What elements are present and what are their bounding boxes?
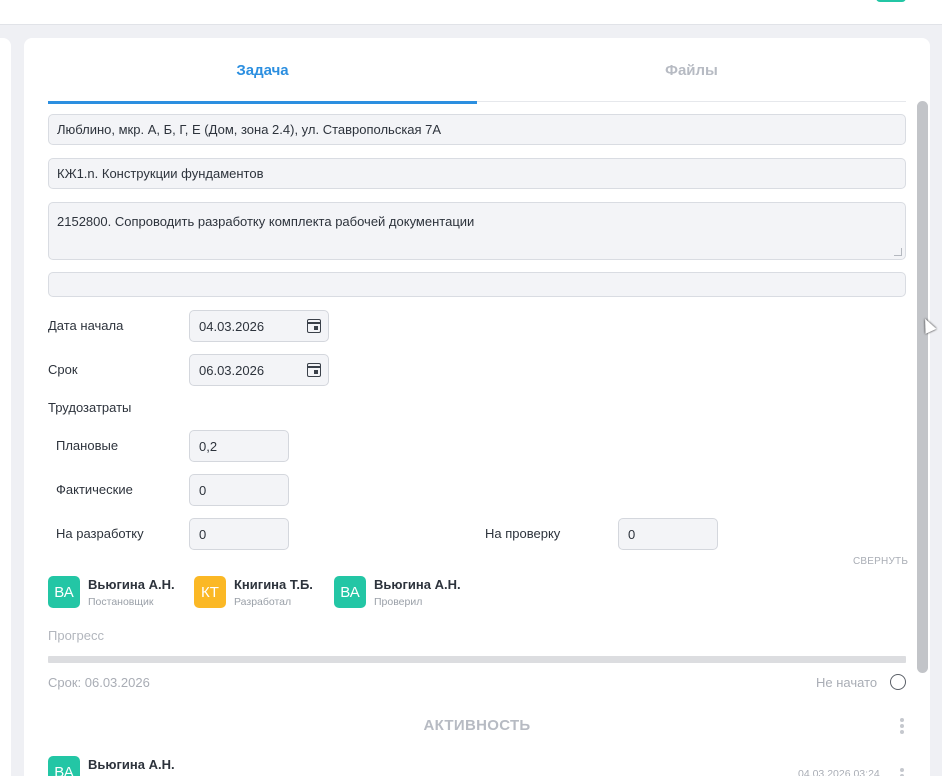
more-menu-icon[interactable] bbox=[900, 718, 904, 736]
person-name: Вьюгина А.Н. bbox=[88, 577, 175, 592]
avatar: ВА bbox=[48, 576, 80, 608]
person-reviewer[interactable]: ВА Вьюгина А.Н. Проверил bbox=[334, 576, 474, 608]
person-role: Разработал bbox=[234, 596, 292, 608]
progress-bar bbox=[48, 656, 906, 663]
review-input[interactable]: 0 bbox=[618, 518, 718, 550]
review-label: На проверку bbox=[485, 526, 561, 541]
resize-handle[interactable] bbox=[894, 248, 902, 256]
start-date-input[interactable]: 04.03.2026 bbox=[189, 310, 329, 342]
activity-date: 04.03.2026 03:24 bbox=[798, 768, 880, 776]
entry-menu-icon[interactable] bbox=[900, 768, 904, 776]
dev-input[interactable]: 0 bbox=[189, 518, 289, 550]
status-text: Не начато bbox=[816, 675, 878, 690]
left-panel bbox=[0, 38, 11, 776]
labor-title: Трудозатраты bbox=[48, 400, 132, 415]
start-date-label: Дата начала bbox=[48, 318, 124, 333]
top-bar bbox=[0, 0, 942, 25]
planned-input[interactable]: 0,2 bbox=[189, 430, 289, 462]
person-developer[interactable]: КТ Книгина Т.Б. Разработал bbox=[194, 576, 329, 608]
person-name: Книгина Т.Б. bbox=[234, 577, 313, 592]
person-assigner[interactable]: ВА Вьюгина А.Н. Постановщик bbox=[48, 576, 188, 608]
address-field[interactable]: Люблино, мкр. А, Б, Г, Е (Дом, зона 2.4)… bbox=[48, 114, 906, 145]
section-field[interactable]: КЖ1.n. Конструкции фундаментов bbox=[48, 158, 906, 189]
dev-label: На разработку bbox=[56, 526, 144, 541]
calendar-icon[interactable] bbox=[307, 363, 321, 377]
calendar-icon[interactable] bbox=[307, 319, 321, 333]
activity-title: АКТИВНОСТЬ bbox=[423, 717, 531, 734]
start-date-value: 04.03.2026 bbox=[199, 318, 265, 334]
person-role: Постановщик bbox=[88, 596, 154, 608]
avatar: ВА bbox=[48, 756, 80, 776]
tab-files[interactable]: Файлы bbox=[477, 38, 906, 102]
due-date-value: 06.03.2026 bbox=[199, 362, 265, 378]
actual-label: Фактические bbox=[56, 482, 133, 497]
deadline-text: Срок: 06.03.2026 bbox=[48, 675, 150, 690]
task-card: Задача Файлы Люблино, мкр. А, Б, Г, Е (Д… bbox=[24, 38, 930, 776]
due-date-label: Срок bbox=[48, 362, 78, 377]
actual-input[interactable]: 0 bbox=[189, 474, 289, 506]
extra-field[interactable] bbox=[48, 272, 906, 297]
person-role: Проверил bbox=[374, 596, 423, 608]
description-textarea[interactable]: 2152800. Сопроводить разработку комплект… bbox=[48, 202, 906, 260]
tab-bar: Задача Файлы bbox=[48, 38, 906, 104]
activity-author: Вьюгина А.Н. bbox=[88, 757, 175, 772]
planned-label: Плановые bbox=[56, 438, 119, 453]
description-text: 2152800. Сопроводить разработку комплект… bbox=[57, 214, 475, 229]
activity-entry: ВА Вьюгина А.Н. bbox=[48, 756, 248, 776]
top-bar-button[interactable] bbox=[876, 0, 906, 2]
due-date-input[interactable]: 06.03.2026 bbox=[189, 354, 329, 386]
person-name: Вьюгина А.Н. bbox=[374, 577, 461, 592]
scrollbar-thumb[interactable] bbox=[917, 101, 928, 673]
status-toggle[interactable] bbox=[890, 674, 906, 690]
collapse-link[interactable]: СВЕРНУТЬ bbox=[853, 556, 908, 567]
scrollbar[interactable] bbox=[917, 101, 928, 776]
avatar: КТ bbox=[194, 576, 226, 608]
avatar: ВА bbox=[334, 576, 366, 608]
progress-label: Прогресс bbox=[48, 628, 105, 643]
tab-task[interactable]: Задача bbox=[48, 38, 477, 104]
